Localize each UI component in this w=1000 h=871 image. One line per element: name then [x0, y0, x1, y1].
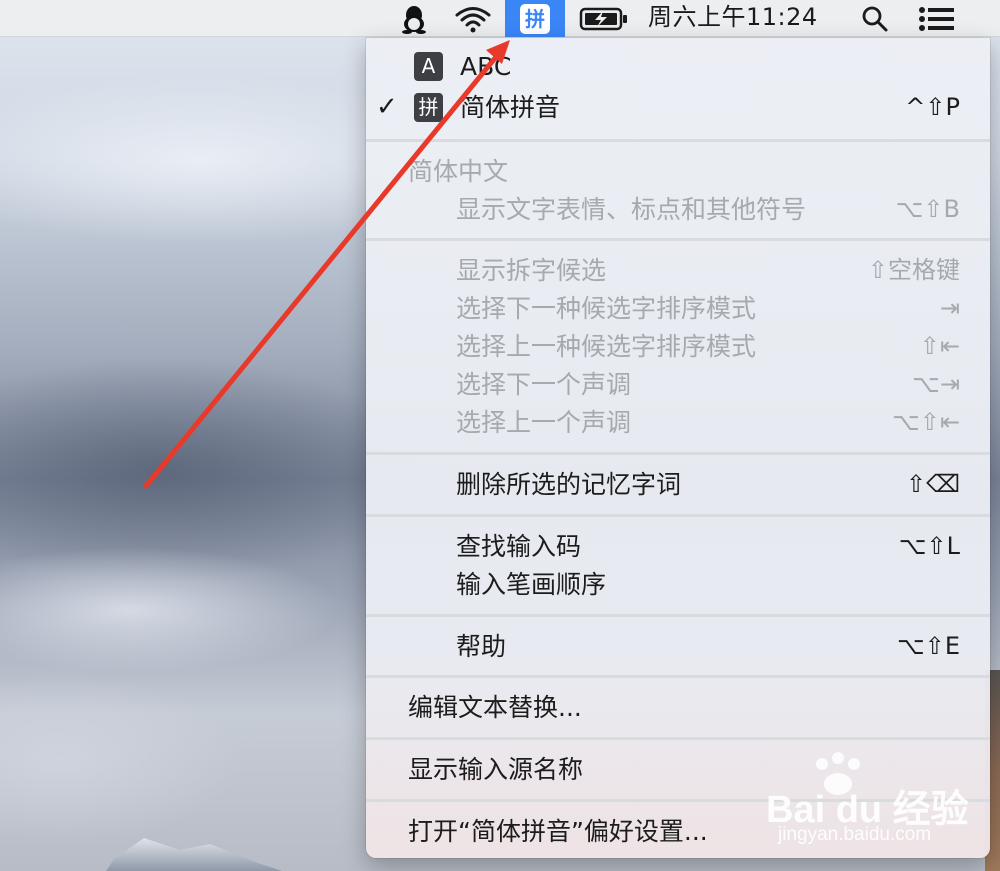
input-source-icon: 拼 [520, 3, 550, 34]
menu-item-abc[interactable]: A ABC [366, 48, 990, 85]
menu-item-label: 帮助 [456, 632, 507, 661]
menu-item-shortcut: ⇧空格键 [867, 256, 960, 284]
menu-item-label: 输入笔画顺序 [456, 570, 607, 599]
menu-item-show-split-candidates: 显示拆字候选 ⇧空格键 [366, 252, 990, 289]
menu-item-label: 选择上一种候选字排序模式 [456, 332, 757, 361]
menu-separator [366, 675, 990, 678]
menu-item-shortcut: ⌥⇥ [912, 370, 960, 398]
menu-item-shortcut: ⇥ [939, 294, 960, 322]
menu-separator [366, 452, 990, 455]
menu-item-label: 打开“简体拼音”偏好设置... [408, 817, 708, 846]
menu-separator [366, 737, 990, 740]
menu-item-shortcut: ⌥⇧⇤ [892, 408, 960, 436]
menu-item-shortcut: ⇧⌫ [905, 470, 960, 498]
menu-item-label: 删除所选的记忆字词 [456, 470, 682, 499]
menu-item-previous-sort-mode: 选择上一种候选字排序模式 ⇧⇤ [366, 328, 990, 365]
watermark-url: jingyan.baidu.com [778, 824, 932, 845]
baidu-jingyan-watermark: Bai du 经验 jingyan.baidu.com [738, 752, 978, 860]
checkmark-icon: ✓ [376, 92, 398, 122]
menu-item-previous-tone: 选择上一个声调 ⌥⇧⇤ [366, 404, 990, 441]
menu-item-shortcut: ⇧⇤ [919, 332, 960, 360]
menu-item-lookup-input-code[interactable]: 查找输入码 ⌥⇧L [366, 528, 990, 565]
menu-item-label: 选择下一种候选字排序模式 [456, 294, 757, 323]
notification-list-icon[interactable] [912, 0, 962, 37]
qq-penguin-icon[interactable] [393, 0, 435, 37]
menu-item-shortcut: ⌥⇧L [898, 532, 960, 560]
menu-item-label: 查找输入码 [456, 532, 582, 561]
menu-item-label: 选择上一个声调 [456, 408, 632, 437]
menu-separator [366, 238, 990, 241]
menu-bar-clock[interactable]: 周六上午11:24 [648, 0, 818, 37]
wifi-icon[interactable] [448, 0, 498, 37]
input-source-dropdown-menu: A ABC ✓ 拼 简体拼音 ^⇧P 简体中文 显示文字表情、标点和其他符号 ⌥… [366, 38, 990, 858]
menu-item-delete-memorized-word[interactable]: 删除所选的记忆字词 ⇧⌫ [366, 466, 990, 503]
menu-item-label: 选择下一个声调 [456, 370, 632, 399]
section-header-simplified-chinese: 简体中文 [408, 157, 509, 186]
abc-source-icon: A [414, 52, 443, 81]
menu-item-shortcut: ⌥⇧B [895, 195, 960, 223]
menu-item-label: 编辑文本替换... [408, 693, 582, 722]
pinyin-source-icon: 拼 [414, 93, 443, 122]
menu-item-label: 简体拼音 [460, 93, 561, 122]
spotlight-search-icon[interactable] [855, 0, 895, 37]
menu-item-label: 显示拆字候选 [456, 256, 607, 285]
menu-item-shortcut: ^⇧P [905, 93, 960, 121]
menu-separator [366, 514, 990, 517]
menu-item-next-sort-mode: 选择下一种候选字排序模式 ⇥ [366, 290, 990, 327]
menu-item-label: ABC [460, 52, 512, 81]
menu-item-show-emoji-symbols: 显示文字表情、标点和其他符号 ⌥⇧B [366, 191, 990, 228]
menu-item-label: 显示文字表情、标点和其他符号 [456, 195, 807, 224]
input-source-menu-button[interactable]: 拼 [505, 0, 565, 37]
menu-bar: 拼 周六上午11:24 [0, 0, 1000, 37]
menu-item-edit-text-replacements[interactable]: 编辑文本替换... [366, 689, 990, 726]
menu-item-next-tone: 选择下一个声调 ⌥⇥ [366, 366, 990, 403]
menu-item-stroke-order[interactable]: 输入笔画顺序 [366, 566, 990, 603]
menu-item-shortcut: ⌥⇧E [897, 632, 960, 660]
menu-item-label: 显示输入源名称 [408, 755, 584, 784]
menu-separator [366, 614, 990, 617]
menu-separator [366, 139, 990, 142]
menu-item-simplified-pinyin[interactable]: ✓ 拼 简体拼音 ^⇧P [366, 89, 990, 126]
menu-item-help[interactable]: 帮助 ⌥⇧E [366, 628, 990, 665]
battery-charging-icon[interactable] [575, 0, 633, 37]
